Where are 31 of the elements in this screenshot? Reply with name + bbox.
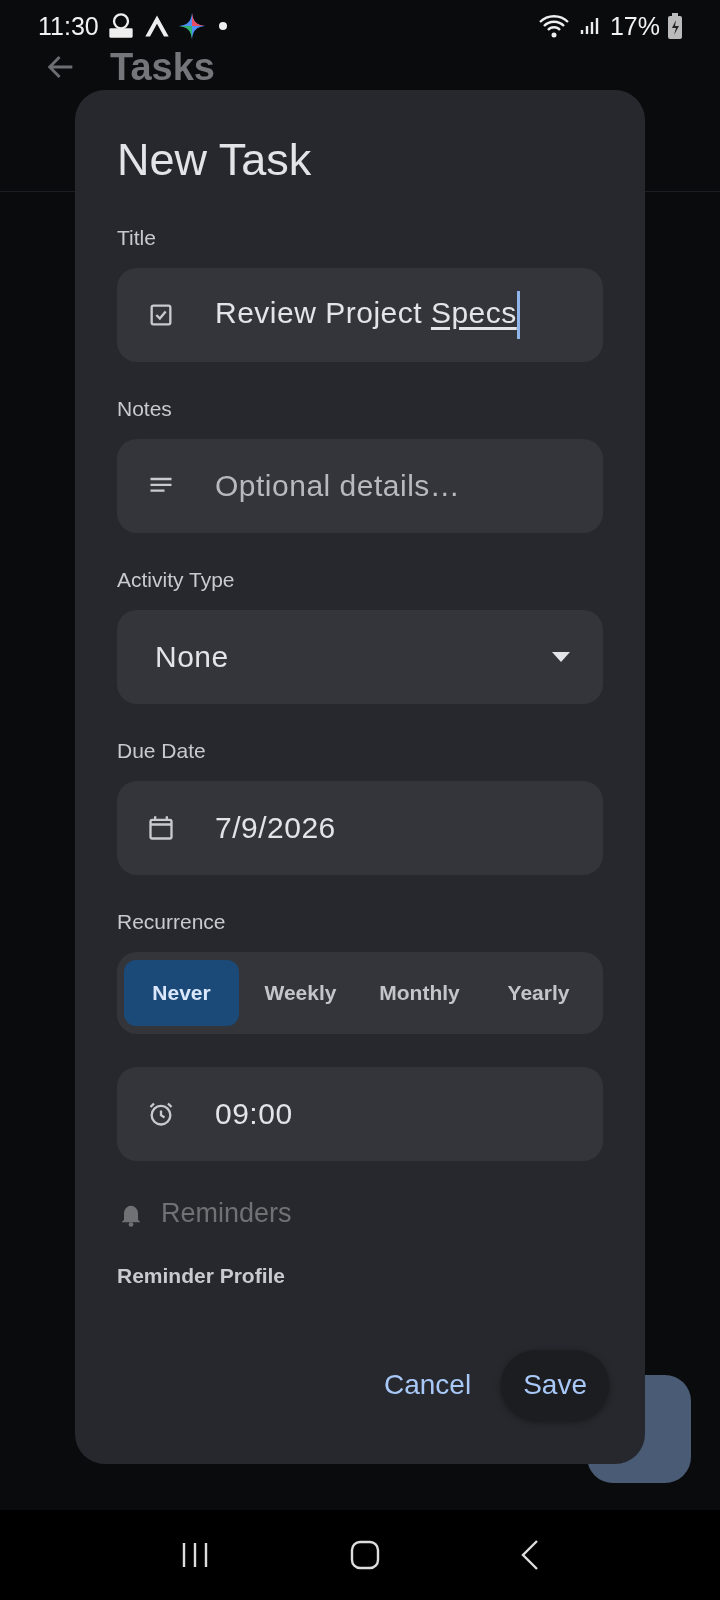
battery-icon [668, 13, 682, 39]
segment-option[interactable]: Monthly [362, 960, 477, 1026]
segment-option[interactable]: Yearly [481, 960, 596, 1026]
dropdown-caret-icon [551, 651, 571, 663]
wifi-icon [537, 12, 570, 40]
segment-option[interactable]: Weekly [243, 960, 358, 1026]
battery-level: 17% [609, 11, 660, 41]
segment-option[interactable]: Never [124, 960, 239, 1026]
sparkle-icon [178, 13, 205, 39]
field-label: Due Date [117, 738, 207, 764]
save-button[interactable]: Save [501, 1350, 609, 1420]
cancel-button[interactable]: Cancel [380, 1350, 476, 1420]
recent-apps-icon[interactable] [180, 1541, 210, 1569]
field-label: Recurrence [117, 909, 227, 935]
dialog-title: New Task [117, 134, 313, 186]
text-field[interactable]: 09:00 [117, 1067, 603, 1161]
alarm-clock-icon [147, 1100, 175, 1128]
text-field[interactable]: Optional details… [117, 439, 603, 533]
text-field[interactable]: Review Project Specs [117, 268, 603, 362]
calendar-icon [147, 814, 175, 842]
text-field[interactable]: 7/9/2026 [117, 781, 603, 875]
home-icon[interactable] [350, 1540, 380, 1570]
screen-title: Tasks [110, 46, 215, 87]
field-label: Title [117, 225, 157, 251]
field-label: Reminder Profile [117, 1263, 287, 1289]
back-icon[interactable] [520, 1539, 540, 1571]
field-label: Activity Type [117, 567, 236, 593]
section-heading: Reminders [161, 1198, 292, 1229]
dropdown-field[interactable]: None [117, 610, 603, 704]
clock-time: 11:30 [38, 11, 99, 41]
field-label: Notes [117, 396, 173, 422]
